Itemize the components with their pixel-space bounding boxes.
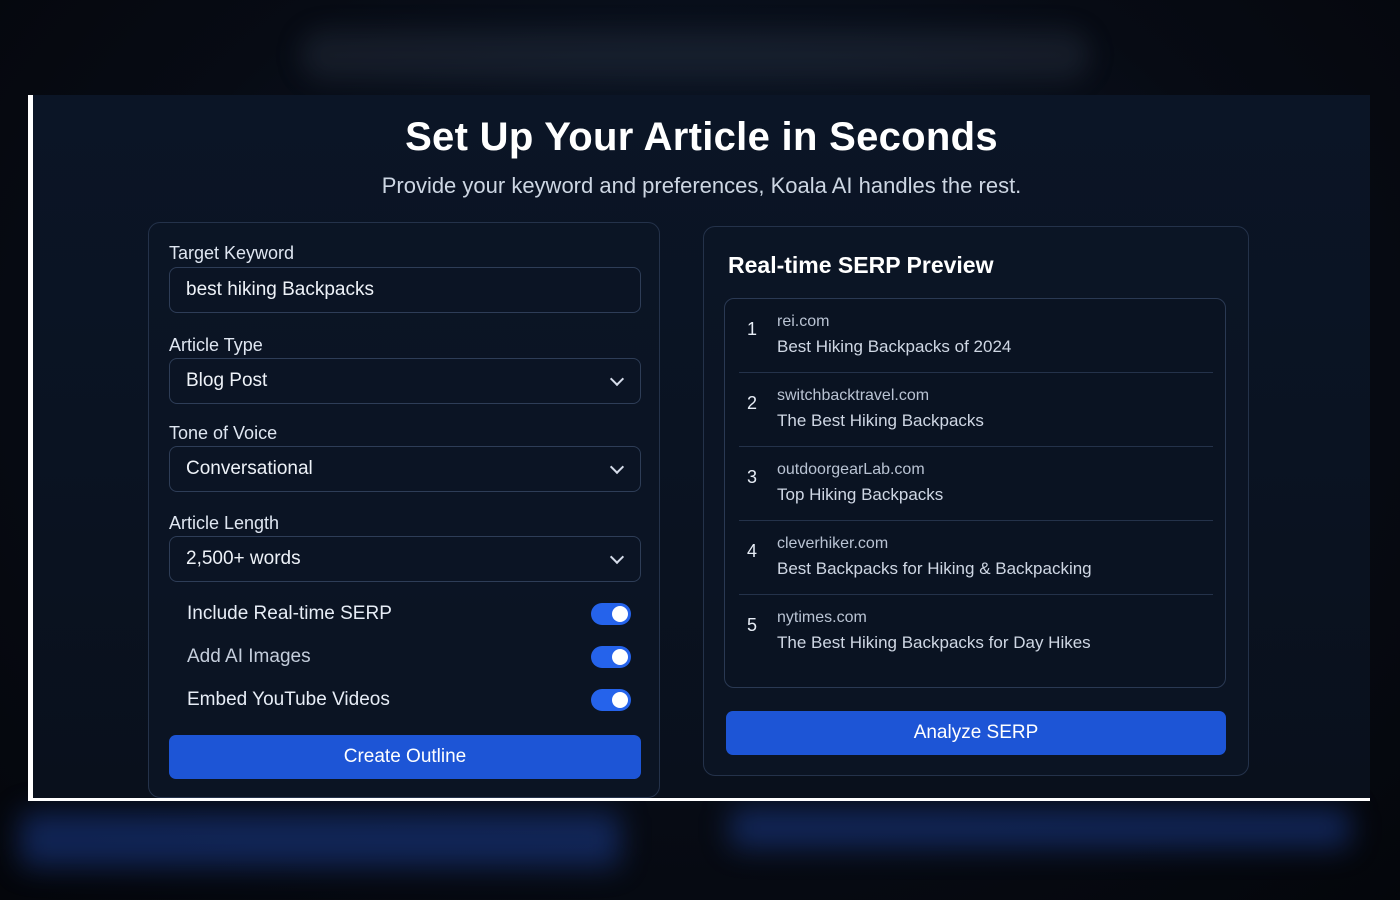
serp-headline: Best Backpacks for Hiking & Backpacking	[777, 559, 1092, 578]
ai-images-toggle[interactable]	[591, 646, 631, 668]
page-title: Set Up Your Article in Seconds	[405, 115, 998, 159]
serp-rank: 1	[747, 319, 758, 339]
serp-domain: outdoorgearLab.com	[777, 461, 925, 478]
article-type-select[interactable]: Blog Post	[169, 358, 641, 404]
serp-domain: cleverhiker.com	[777, 535, 889, 552]
serp-domain: nytimes.com	[777, 609, 867, 626]
serp-headline: The Best Hiking Backpacks for Day Hikes	[777, 633, 1091, 652]
toggle-label: Embed YouTube Videos	[187, 689, 390, 710]
realtime-serp-toggle[interactable]	[591, 603, 631, 625]
serp-rank: 2	[747, 393, 758, 413]
serp-rank: 4	[747, 541, 758, 561]
article-length-value: 2,500+ words	[186, 548, 301, 569]
target-keyword-label: Target Keyword	[169, 243, 295, 263]
serp-headline: Best Hiking Backpacks of 2024	[777, 337, 1012, 356]
toggle-knob	[612, 692, 628, 708]
serp-domain: switchbacktravel.com	[777, 387, 930, 404]
serp-results-list: 1 rei.com Best Hiking Backpacks of 2024 …	[724, 298, 1226, 688]
blurred-reflection-right	[730, 808, 1350, 848]
chevron-down-icon	[609, 459, 625, 475]
article-type-value: Blog Post	[186, 370, 268, 391]
article-length-label: Article Length	[169, 513, 280, 533]
serp-result-item[interactable]: 3 outdoorgearLab.com Top Hiking Backpack…	[739, 447, 1213, 521]
toggle-label: Add AI Images	[187, 646, 311, 667]
toggle-knob	[612, 606, 628, 622]
serp-preview-panel: Real-time SERP Preview 1 rei.com Best Hi…	[703, 226, 1249, 776]
analyze-serp-button[interactable]: Analyze SERP	[726, 711, 1226, 755]
chevron-down-icon	[609, 371, 625, 387]
serp-headline: The Best Hiking Backpacks	[777, 411, 984, 430]
create-outline-button[interactable]: Create Outline	[169, 735, 641, 779]
tone-of-voice-select[interactable]: Conversational	[169, 446, 641, 492]
serp-domain: rei.com	[777, 313, 830, 330]
serp-rank: 3	[747, 467, 758, 487]
serp-result-item[interactable]: 5 nytimes.com The Best Hiking Backpacks …	[739, 595, 1213, 669]
chevron-down-icon	[609, 549, 625, 565]
youtube-videos-toggle[interactable]	[591, 689, 631, 711]
article-length-select[interactable]: 2,500+ words	[169, 536, 641, 582]
serp-result-item[interactable]: 2 switchbacktravel.com The Best Hiking B…	[739, 373, 1213, 447]
toggle-row-ai-images: Add AI Images	[187, 642, 631, 672]
toggle-row-realtime-serp: Include Real-time SERP	[187, 599, 631, 629]
article-setup-window: Set Up Your Article in Seconds Provide y…	[28, 95, 1370, 801]
target-keyword-input[interactable]: best hiking Backpacks	[169, 267, 641, 313]
blurred-top-bar	[300, 30, 1090, 80]
blurred-reflection-left	[20, 812, 620, 867]
serp-result-item[interactable]: 4 cleverhiker.com Best Backpacks for Hik…	[739, 521, 1213, 595]
page-subtitle: Provide your keyword and preferences, Ko…	[381, 173, 1022, 198]
toggle-row-youtube-videos: Embed YouTube Videos	[187, 685, 631, 715]
serp-rank: 5	[747, 615, 758, 635]
tone-of-voice-value: Conversational	[186, 458, 313, 479]
serp-headline: Top Hiking Backpacks	[777, 485, 944, 504]
tone-of-voice-label: Tone of Voice	[169, 423, 278, 443]
article-settings-panel: Target Keyword best hiking Backpacks Art…	[148, 222, 660, 798]
toggle-label: Include Real-time SERP	[187, 603, 392, 624]
toggle-knob	[612, 649, 628, 665]
article-type-label: Article Type	[169, 335, 263, 355]
serp-result-item[interactable]: 1 rei.com Best Hiking Backpacks of 2024	[739, 299, 1213, 373]
serp-preview-title: Real-time SERP Preview	[728, 252, 994, 278]
